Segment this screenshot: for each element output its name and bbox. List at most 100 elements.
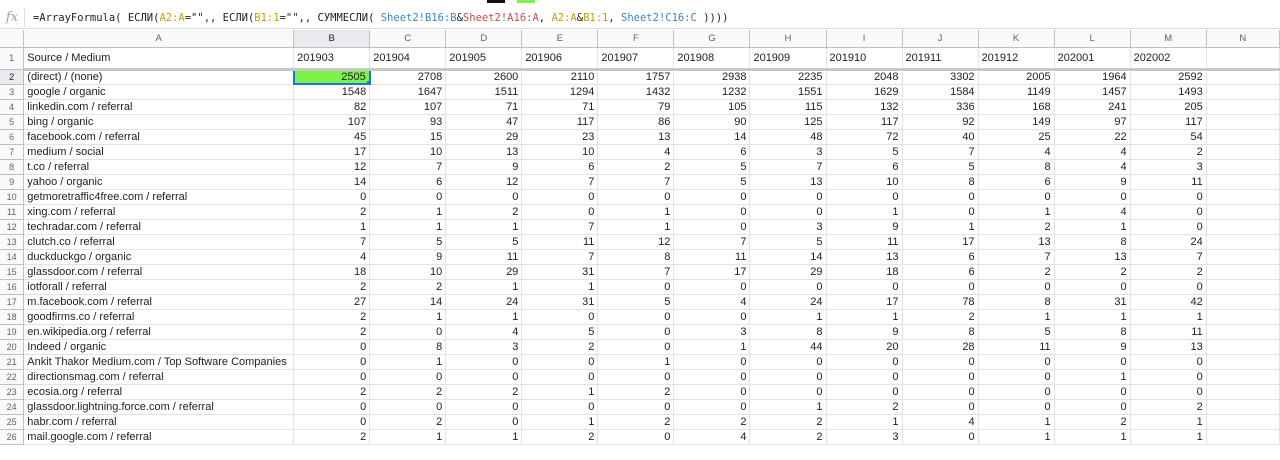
- value-cell[interactable]: 0: [673, 369, 751, 385]
- value-cell[interactable]: 13: [978, 234, 1055, 250]
- header-cell-month[interactable]: 201905: [445, 47, 523, 71]
- header-cell-month[interactable]: 202002: [1130, 47, 1207, 71]
- value-cell[interactable]: 27: [293, 294, 371, 310]
- value-cell[interactable]: 29: [445, 129, 523, 145]
- value-cell[interactable]: 10: [826, 174, 903, 190]
- empty-cell[interactable]: [1206, 339, 1280, 355]
- value-cell[interactable]: 0: [749, 204, 827, 220]
- value-cell[interactable]: 0: [293, 369, 371, 385]
- value-cell[interactable]: 54: [1130, 129, 1207, 145]
- value-cell[interactable]: 117: [826, 114, 903, 130]
- value-cell[interactable]: 2: [521, 339, 599, 355]
- source-cell[interactable]: goodfirms.co / referral: [23, 309, 295, 325]
- value-cell[interactable]: 31: [1054, 294, 1131, 310]
- value-cell[interactable]: 241: [1054, 99, 1131, 115]
- empty-cell[interactable]: [1206, 354, 1280, 370]
- value-cell[interactable]: 0: [902, 384, 979, 400]
- value-cell[interactable]: 4: [1054, 159, 1131, 175]
- value-cell[interactable]: 0: [521, 309, 599, 325]
- value-cell[interactable]: 93: [369, 114, 447, 130]
- value-cell[interactable]: 0: [978, 369, 1055, 385]
- value-cell[interactable]: 105: [673, 99, 751, 115]
- value-cell[interactable]: 14: [673, 129, 751, 145]
- value-cell[interactable]: 13: [597, 129, 675, 145]
- column-header-e[interactable]: E: [521, 30, 599, 48]
- value-cell[interactable]: 11: [521, 234, 599, 250]
- value-cell[interactable]: 13: [1130, 339, 1207, 355]
- value-cell[interactable]: 1: [293, 219, 371, 235]
- value-cell[interactable]: 0: [826, 279, 903, 295]
- value-cell[interactable]: 4: [597, 144, 675, 160]
- value-cell[interactable]: 2: [293, 384, 371, 400]
- value-cell[interactable]: 1: [902, 219, 979, 235]
- source-cell[interactable]: yahoo / organic: [23, 174, 295, 190]
- formula-input[interactable]: =ArrayFormula( ЕСЛИ(A2:A="",, ЕСЛИ(B1:1=…: [25, 12, 728, 24]
- value-cell[interactable]: 7: [749, 159, 827, 175]
- source-cell[interactable]: google / organic: [23, 84, 295, 100]
- value-cell[interactable]: 0: [445, 189, 523, 205]
- value-cell[interactable]: 1: [1054, 369, 1131, 385]
- column-header-m[interactable]: M: [1130, 30, 1207, 48]
- value-cell[interactable]: 14: [293, 174, 371, 190]
- value-cell[interactable]: 8: [369, 339, 447, 355]
- row-header-8[interactable]: 8: [0, 159, 25, 175]
- value-cell[interactable]: 18: [293, 264, 371, 280]
- value-cell[interactable]: 0: [1130, 354, 1207, 370]
- value-cell[interactable]: 3: [749, 144, 827, 160]
- value-cell[interactable]: 1584: [902, 84, 979, 100]
- value-cell[interactable]: 17: [293, 144, 371, 160]
- value-cell[interactable]: 0: [749, 189, 827, 205]
- value-cell[interactable]: 17: [826, 294, 903, 310]
- value-cell[interactable]: 12: [445, 174, 523, 190]
- value-cell[interactable]: 11: [826, 234, 903, 250]
- value-cell[interactable]: 7: [293, 234, 371, 250]
- value-cell[interactable]: 336: [902, 99, 979, 115]
- value-cell[interactable]: 1: [978, 309, 1055, 325]
- empty-cell[interactable]: [1206, 144, 1280, 160]
- value-cell[interactable]: 117: [521, 114, 599, 130]
- row-header-21[interactable]: 21: [0, 354, 25, 370]
- value-cell[interactable]: 1: [369, 354, 447, 370]
- value-cell[interactable]: 29: [445, 264, 523, 280]
- header-cell-month[interactable]: 201909: [749, 47, 827, 71]
- row-header-9[interactable]: 9: [0, 174, 25, 190]
- value-cell[interactable]: 0: [293, 354, 371, 370]
- value-cell[interactable]: 0: [673, 399, 751, 415]
- value-cell[interactable]: 2: [978, 264, 1055, 280]
- value-cell[interactable]: 25: [978, 129, 1055, 145]
- value-cell[interactable]: 1: [978, 414, 1055, 430]
- value-cell[interactable]: 6: [902, 249, 979, 265]
- value-cell[interactable]: 1493: [1130, 84, 1207, 100]
- value-cell[interactable]: 0: [1130, 219, 1207, 235]
- source-cell[interactable]: (direct) / (none): [23, 69, 295, 85]
- value-cell[interactable]: 4: [673, 429, 751, 445]
- value-cell[interactable]: 0: [293, 399, 371, 415]
- value-cell[interactable]: 8: [978, 159, 1055, 175]
- value-cell[interactable]: 11: [1130, 324, 1207, 340]
- value-cell[interactable]: 0: [749, 384, 827, 400]
- value-cell[interactable]: 12: [293, 159, 371, 175]
- source-cell[interactable]: Indeed / organic: [23, 339, 295, 355]
- value-cell[interactable]: 0: [445, 414, 523, 430]
- empty-cell[interactable]: [1206, 234, 1280, 250]
- value-cell[interactable]: 2: [521, 429, 599, 445]
- value-cell[interactable]: 14: [749, 249, 827, 265]
- empty-cell[interactable]: [1206, 69, 1280, 85]
- value-cell[interactable]: 0: [902, 429, 979, 445]
- value-cell[interactable]: 1: [1054, 309, 1131, 325]
- value-cell[interactable]: 0: [521, 399, 599, 415]
- value-cell[interactable]: 0: [293, 339, 371, 355]
- row-header-7[interactable]: 7: [0, 144, 25, 160]
- value-cell[interactable]: 9: [445, 159, 523, 175]
- value-cell[interactable]: 1629: [826, 84, 903, 100]
- value-cell[interactable]: 1: [445, 279, 523, 295]
- value-cell[interactable]: 0: [673, 354, 751, 370]
- value-cell[interactable]: 7: [597, 264, 675, 280]
- value-cell[interactable]: 24: [1130, 234, 1207, 250]
- value-cell[interactable]: 1551: [749, 84, 827, 100]
- value-cell[interactable]: 1: [978, 429, 1055, 445]
- value-cell[interactable]: 0: [597, 369, 675, 385]
- value-cell[interactable]: 2600: [445, 69, 523, 85]
- value-cell[interactable]: 7: [902, 144, 979, 160]
- value-cell[interactable]: 2: [1054, 414, 1131, 430]
